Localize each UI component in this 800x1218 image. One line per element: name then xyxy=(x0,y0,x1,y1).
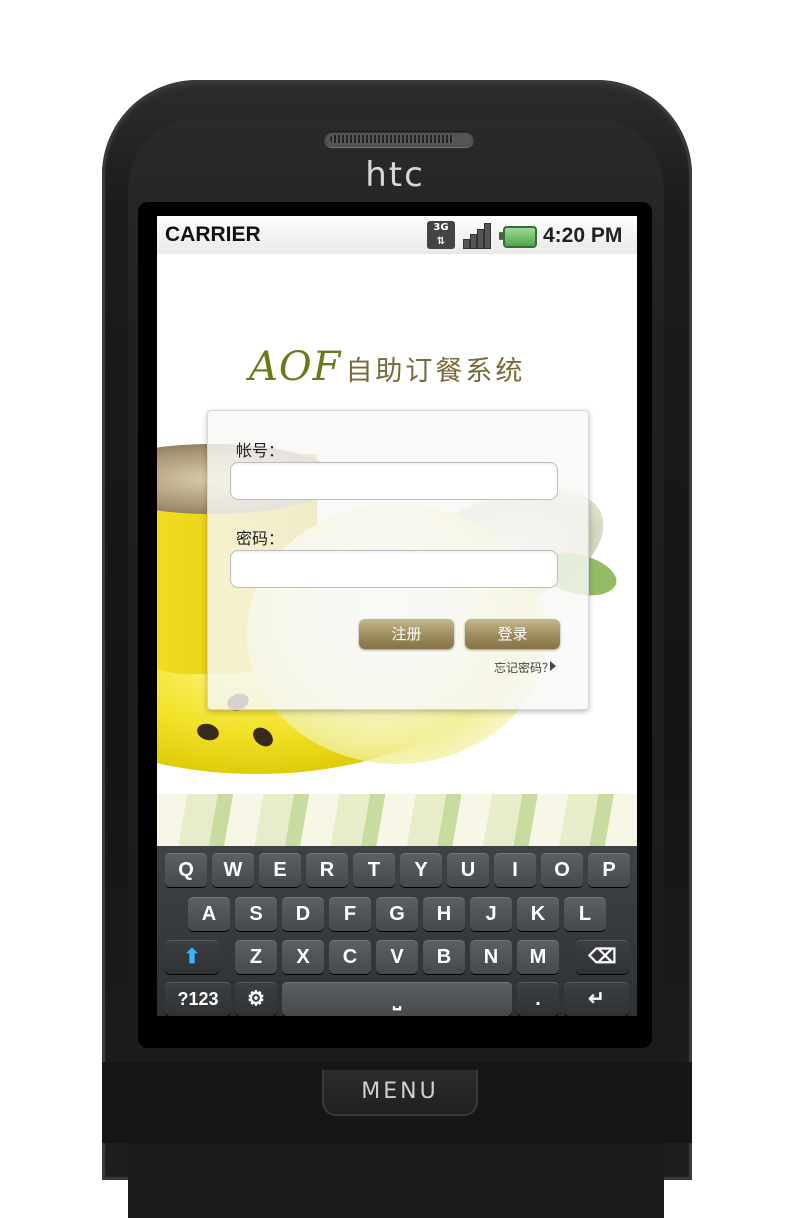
key-m[interactable]: M xyxy=(517,940,559,974)
key-l[interactable]: L xyxy=(564,897,606,931)
backspace-icon[interactable]: ⌫ xyxy=(576,940,629,974)
register-button[interactable]: 注册 xyxy=(359,619,454,649)
key-w[interactable]: W xyxy=(212,853,254,887)
space-icon[interactable]: ⎵ xyxy=(282,982,512,1016)
key-a[interactable]: A xyxy=(188,897,230,931)
login-button[interactable]: 登录 xyxy=(465,619,560,649)
key-s[interactable]: S xyxy=(235,897,277,931)
key-q[interactable]: Q xyxy=(165,853,207,887)
enter-icon[interactable]: ↵ xyxy=(564,982,629,1016)
key-period[interactable]: . xyxy=(517,982,559,1016)
key-k[interactable]: K xyxy=(517,897,559,931)
key-g[interactable]: G xyxy=(376,897,418,931)
key-f[interactable]: F xyxy=(329,897,371,931)
key-u[interactable]: U xyxy=(447,853,489,887)
key-i[interactable]: I xyxy=(494,853,536,887)
key-n[interactable]: N xyxy=(470,940,512,974)
app-title-cn: 自助订餐系统 xyxy=(345,356,526,387)
symbols-key[interactable]: ?123 xyxy=(165,982,231,1016)
battery-icon xyxy=(499,226,537,248)
screen: CARRIER 3G ⇅ 4:20 PM AOF 自助订餐系统 帐号： 密码： 注册… xyxy=(157,216,637,1016)
account-label: 帐号： xyxy=(236,441,285,460)
chevron-right-icon xyxy=(550,661,556,671)
key-d[interactable]: D xyxy=(282,897,324,931)
key-p[interactable]: P xyxy=(588,853,630,887)
account-input[interactable] xyxy=(230,462,558,500)
key-e[interactable]: E xyxy=(259,853,301,887)
device-brand: htc xyxy=(365,155,425,195)
key-h[interactable]: H xyxy=(423,897,465,931)
key-v[interactable]: V xyxy=(376,940,418,974)
speaker-grill xyxy=(324,131,474,147)
password-label: 密码： xyxy=(236,529,285,548)
key-r[interactable]: R xyxy=(306,853,348,887)
3g-icon: 3G ⇅ xyxy=(427,221,455,249)
gear-icon[interactable]: ⚙ xyxy=(235,982,277,1016)
key-y[interactable]: Y xyxy=(400,853,442,887)
key-x[interactable]: X xyxy=(282,940,324,974)
key-b[interactable]: B xyxy=(423,940,465,974)
shift-icon[interactable]: ⬆ xyxy=(165,940,219,974)
signal-icon xyxy=(463,221,495,249)
key-j[interactable]: J xyxy=(470,897,512,931)
app-title: AOF 自助订餐系统 xyxy=(249,344,559,390)
key-t[interactable]: T xyxy=(353,853,395,887)
key-o[interactable]: O xyxy=(541,853,583,887)
key-c[interactable]: C xyxy=(329,940,371,974)
carrier-name: CARRIER xyxy=(165,223,261,246)
app-title-latin: AOF xyxy=(249,344,342,390)
password-input[interactable] xyxy=(230,550,558,588)
login-card: 帐号： 密码： 注册 登录 忘记密码？ xyxy=(207,410,589,710)
soft-keyboard: Q W E R T Y U I O P A S D F G H J K L ⬆ … xyxy=(157,846,637,1016)
status-bar: CARRIER 3G ⇅ 4:20 PM xyxy=(157,216,637,254)
menu-button[interactable]: MENU xyxy=(322,1070,478,1116)
key-z[interactable]: Z xyxy=(235,940,277,974)
status-time: 4:20 PM xyxy=(543,224,623,247)
forgot-password-link[interactable]: 忘记密码？ xyxy=(494,659,554,676)
